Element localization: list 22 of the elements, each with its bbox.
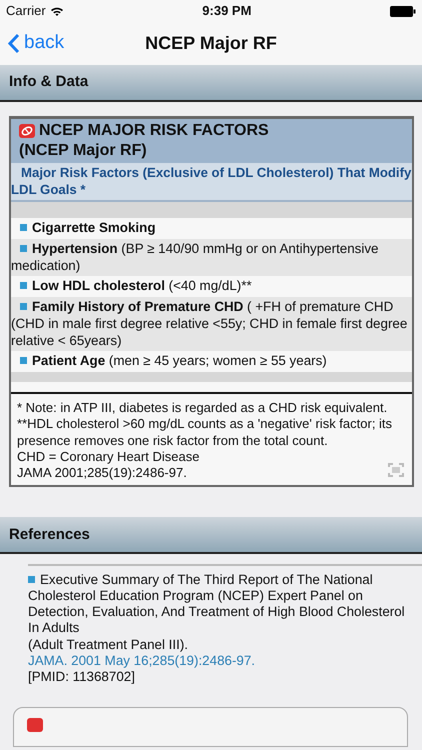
status-time: 9:39 PM [202,2,252,20]
section-title: Info & Data [9,72,88,92]
note-text: JAMA 2001;285(19):2486-97. [17,465,188,482]
section-title: References [9,524,90,544]
risk-factor-item: Patient Age (men ≥ 45 years; women ≥ 55 years) [11,351,412,372]
note-text: * Note: in ATP III, diabetes is regarded as a CHD risk equivalent. [17,400,388,416]
risk-factor-item: Family History of Premature CHD ( +FH of premature CHD (CHD in male first degree relative <55y; CHD in female first degree relative < 65years) [11,297,412,352]
journal-link[interactable]: JAMA. 2001 May 16;285(19):2486-97. [28,652,256,668]
note-text: CHD = Coronary Heart Disease [17,448,200,465]
card-heading: Major Risk Factors (Exclusive of LDL Cholesterol) That Modify LDL Goals * [11,165,412,196]
reference-text: Executive Summary of The Third Report of The National Cholesterol Education Program (NCEP) Expert Panel on Detection, Evaluation, And Treatment of High Blood Cholesterol In Adults [28,572,406,637]
card-subtitle: (NCEP Major RF) [19,141,148,161]
back-button[interactable]: back [8,29,64,58]
card-title: NCEP MAJOR RISK FACTORS [39,121,269,141]
reference-text: (Adult Treatment Panel III). [28,636,190,653]
page-title: NCEP Major RF [145,32,277,55]
risk-factor-item: Cigarrette Smoking [11,218,412,239]
note-text: **HDL cholesterol >60 mg/dL counts as a 'negative' risk factor; its presence removes one risk factor from the total count. [17,416,394,449]
carrier-label: Carrier [6,2,46,20]
risk-factor-item: Low HDL cholesterol (<40 mg/dL)** [11,276,412,297]
pmid-text: [PMID: 11368702] [28,668,136,685]
risk-factor-item: Hypertension (BP ≥ 140/90 mmHg or on Antihypertensive medication) [11,238,412,276]
